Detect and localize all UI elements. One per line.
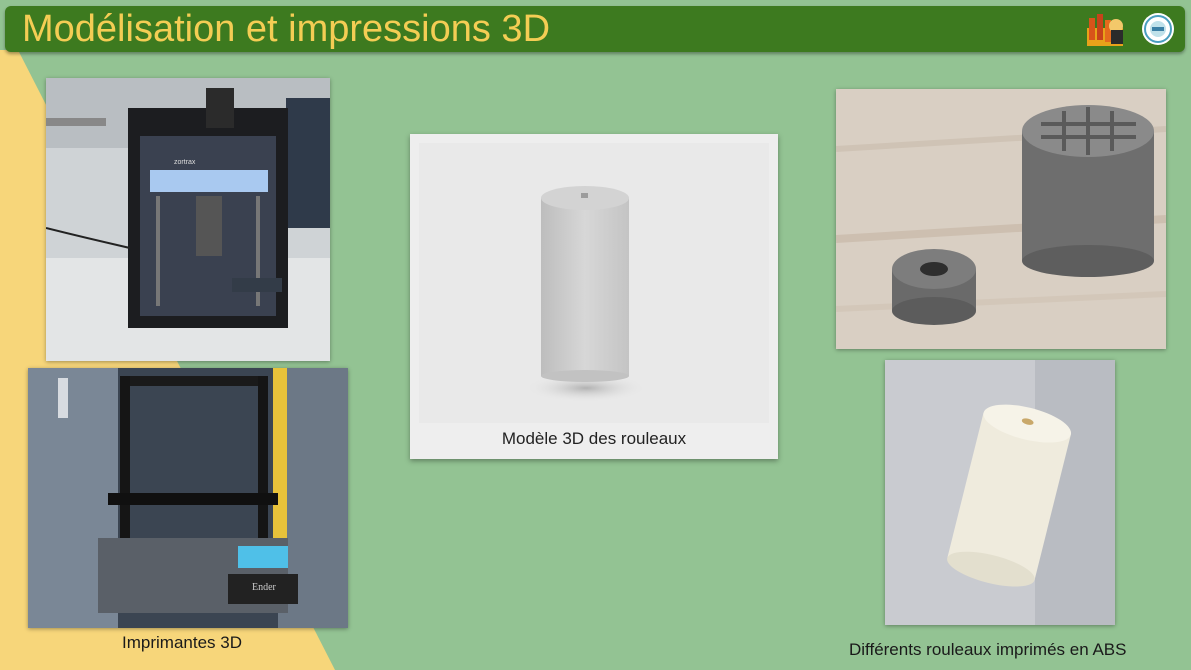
white-roller-photo	[885, 360, 1115, 625]
ender-brand-text: Ender	[252, 582, 277, 593]
zortrax-3d-printer-photo-icon: zortrax	[46, 78, 330, 361]
title-bar: Modélisation et impressions 3D	[5, 6, 1185, 52]
zortrax-brand-text: zortrax	[174, 159, 196, 166]
cylinder-3d-model-render-icon	[419, 143, 769, 423]
zortrax-printer-photo: zortrax	[46, 78, 330, 361]
white-printed-roller-photo-icon	[885, 360, 1115, 625]
printers-caption: Imprimantes 3D	[122, 633, 242, 652]
gray-rollers-photo	[836, 89, 1166, 349]
rollers-caption: Différents rouleaux imprimés en ABS	[849, 640, 1127, 659]
ender-3d-printer-photo-icon: Ender	[28, 368, 348, 628]
gray-printed-rollers-photo-icon	[836, 89, 1166, 349]
model-card: Modèle 3D des rouleaux	[410, 134, 778, 459]
team-mascot-logo-icon	[1087, 14, 1123, 46]
model-caption: Modèle 3D des rouleaux	[501, 429, 687, 448]
slide-title: Modélisation et impressions 3D	[22, 8, 551, 50]
circular-badge-logo-icon	[1142, 13, 1174, 45]
ender-printer-photo: Ender	[28, 368, 348, 628]
